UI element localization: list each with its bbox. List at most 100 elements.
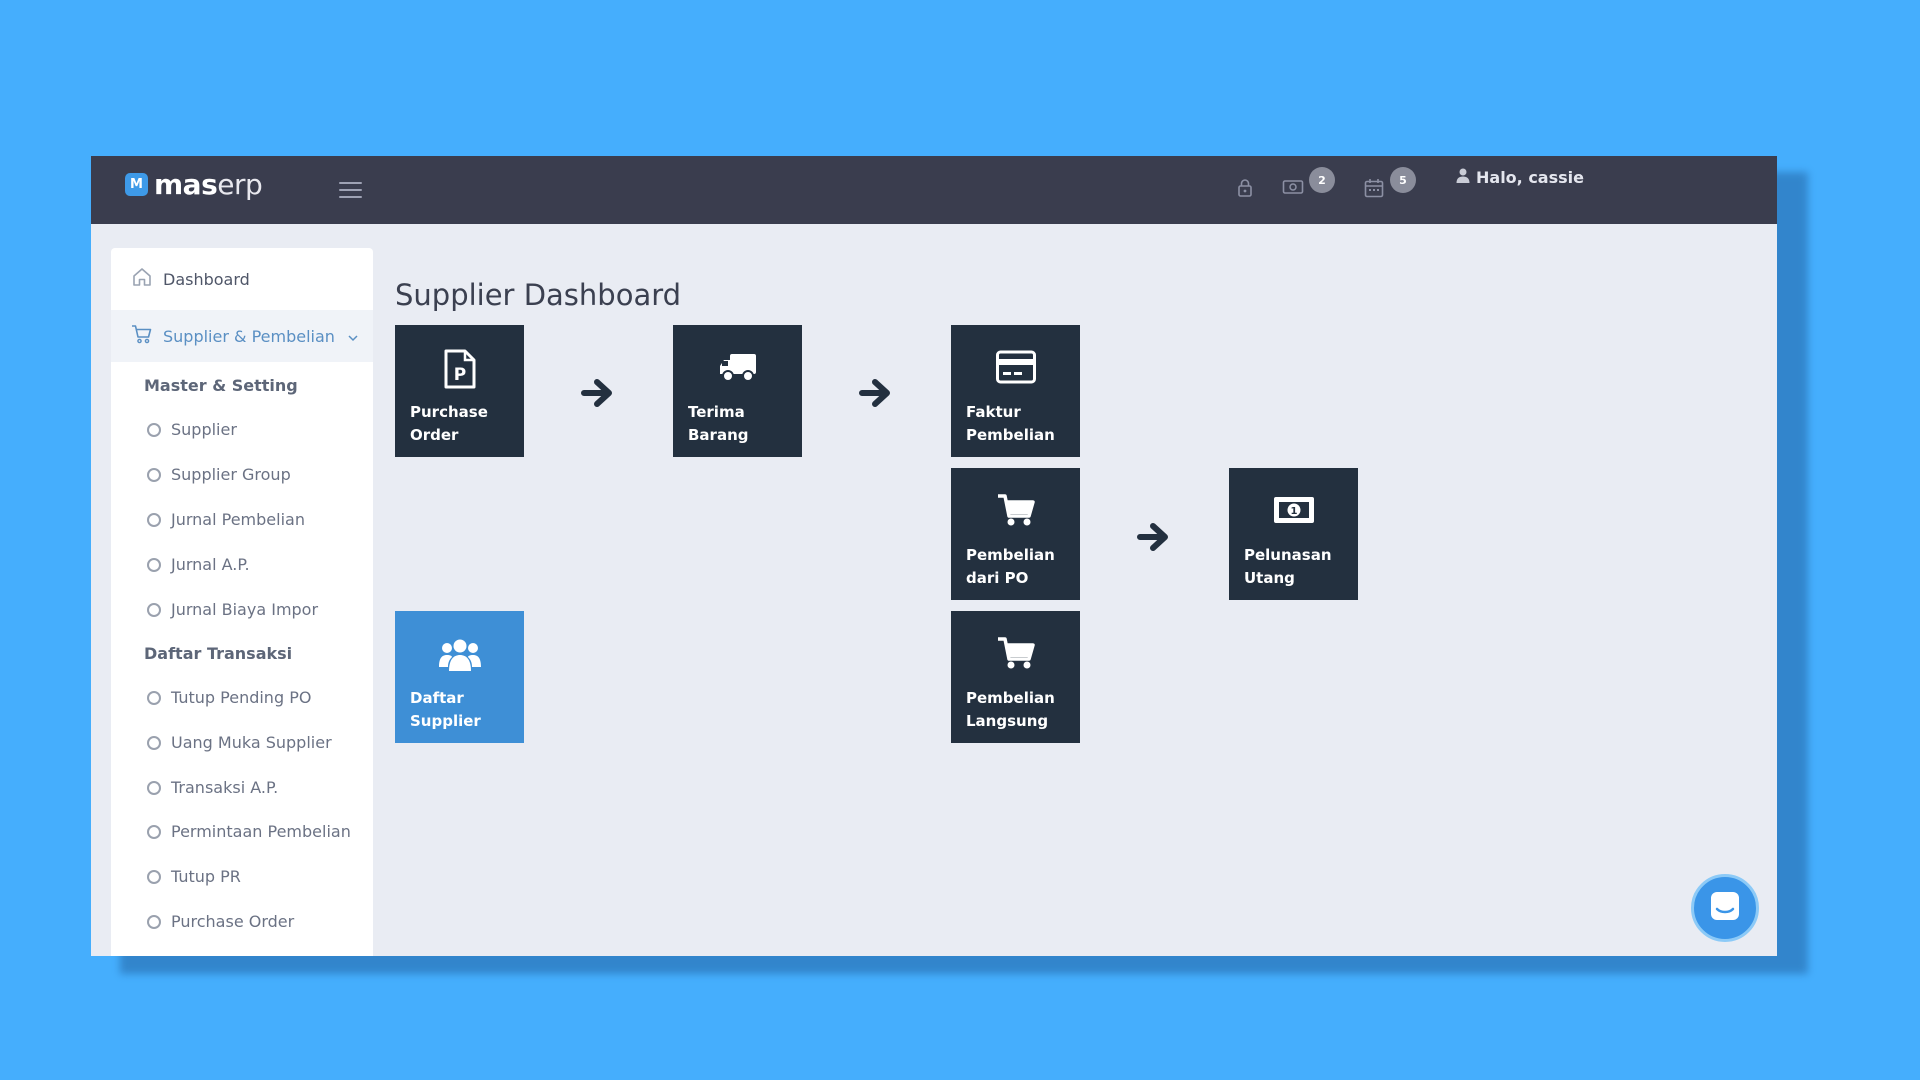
tile-label-line: Daftar (410, 689, 464, 707)
logo-text-light: erp (217, 168, 263, 201)
circle-icon (147, 824, 161, 839)
sidebar-item-label: Jurnal A.P. (171, 555, 250, 574)
sidebar-item-label: Dashboard (163, 269, 250, 289)
circle-icon (147, 422, 161, 437)
money-icon[interactable] (1282, 178, 1304, 200)
chevron-down-icon (347, 327, 359, 346)
user-icon (1456, 168, 1470, 187)
circle-icon (147, 467, 161, 482)
sidebar-item-label: Supplier (171, 420, 237, 439)
circle-icon (147, 512, 161, 527)
sidebar-item-label: Jurnal Biaya Impor (171, 600, 319, 619)
sidebar-item-jurnal-ap[interactable]: Jurnal A.P. (147, 555, 250, 574)
tile-pembelian-langsung[interactable]: Pembelian Langsung (951, 611, 1080, 743)
calendar-icon[interactable] (1364, 178, 1384, 202)
tile-label-line: Pembelian (966, 689, 1055, 707)
chat-button[interactable] (1691, 874, 1759, 942)
sidebar-item-transaksi-ap[interactable]: Transaksi A.P. (147, 778, 278, 797)
app-window: M maserp 2 5 Halo, cassie Dashboard Supp… (91, 156, 1777, 956)
tile-label-line: Pembelian (966, 426, 1055, 444)
arrow-right-icon (581, 376, 615, 414)
page-title: Supplier Dashboard (395, 278, 682, 312)
circle-icon (147, 602, 161, 617)
tile-label-line: Langsung (966, 712, 1049, 730)
sidebar-item-purchase-order[interactable]: Purchase Order (147, 912, 294, 931)
logo[interactable]: M maserp (125, 168, 263, 201)
tile-pelunasan-utang[interactable]: 1 Pelunasan Utang (1229, 468, 1358, 600)
user-greeting: Halo, cassie (1476, 168, 1584, 187)
chat-icon (1708, 889, 1742, 927)
arrow-right-icon (859, 376, 893, 414)
tile-daftar-supplier[interactable]: Daftar Supplier (395, 611, 524, 743)
users-icon (395, 635, 524, 675)
logo-text-bold: mas (154, 168, 218, 201)
sidebar-item-supplier-pembelian[interactable]: Supplier & Pembelian (111, 310, 373, 362)
tile-label: Daftar Supplier (410, 687, 516, 733)
calendar-badge[interactable]: 5 (1390, 167, 1416, 193)
tile-label-line: Barang (688, 426, 749, 444)
tile-label-line: Utang (1244, 569, 1295, 587)
tile-label: Pembelian dari PO (966, 544, 1072, 590)
sidebar-item-label: Tutup PR (171, 867, 241, 886)
sidebar-item-uang-muka-supplier[interactable]: Uang Muka Supplier (147, 733, 332, 752)
logo-text: maserp (154, 168, 263, 201)
sidebar-item-label: Permintaan Pembelian (171, 822, 351, 841)
tile-label-line: Supplier (410, 712, 481, 730)
section-title: Daftar Transaksi (144, 644, 293, 663)
tile-label-line: Pelunasan (1244, 546, 1332, 564)
tile-label: Faktur Pembelian (966, 401, 1072, 447)
sidebar: Dashboard Supplier & Pembelian Master & … (111, 248, 373, 956)
home-icon (131, 266, 153, 292)
cart-icon (951, 492, 1080, 528)
sidebar-item-tutup-pr[interactable]: Tutup PR (147, 867, 241, 886)
tile-label-line: dari PO (966, 569, 1029, 587)
truck-icon (673, 349, 802, 385)
sidebar-item-supplier[interactable]: Supplier (147, 420, 237, 439)
money-bill-icon: 1 (1229, 492, 1358, 528)
sidebar-item-label: Supplier & Pembelian (163, 326, 335, 346)
section-title: Master & Setting (144, 376, 298, 395)
sidebar-item-label: Tutup Pending PO (171, 688, 312, 707)
sidebar-item-label: Jurnal Pembelian (171, 510, 305, 529)
menu-toggle-icon[interactable] (339, 182, 362, 198)
circle-icon (147, 690, 161, 705)
money-badge[interactable]: 2 (1309, 167, 1335, 193)
circle-icon (147, 780, 161, 795)
sidebar-item-permintaan-pembelian[interactable]: Permintaan Pembelian (147, 822, 351, 841)
cart-icon (131, 324, 153, 348)
sidebar-item-jurnal-pembelian[interactable]: Jurnal Pembelian (147, 510, 305, 529)
sidebar-item-label: Transaksi A.P. (171, 778, 279, 797)
top-bar: M maserp 2 5 Halo, cassie (91, 156, 1777, 224)
sidebar-item-label: Supplier Group (171, 465, 291, 484)
tile-faktur-pembelian[interactable]: Faktur Pembelian (951, 325, 1080, 457)
tile-label-line: Faktur (966, 403, 1021, 421)
circle-icon (147, 557, 161, 572)
user-menu[interactable]: Halo, cassie (1456, 168, 1584, 187)
tile-label: Purchase Order (410, 401, 516, 447)
document-p-icon: P (395, 349, 524, 389)
sidebar-item-tutup-pending-po[interactable]: Tutup Pending PO (147, 688, 311, 707)
svg-text:1: 1 (1290, 506, 1297, 517)
tile-label-line: Order (410, 426, 459, 444)
tile-label-line: Terima (688, 403, 745, 421)
sidebar-item-label: Uang Muka Supplier (171, 733, 332, 752)
sidebar-item-dashboard[interactable]: Dashboard (111, 248, 373, 310)
logo-mark: M (125, 173, 148, 196)
tile-label-line: Pembelian (966, 546, 1055, 564)
tile-pembelian-dari-po[interactable]: Pembelian dari PO (951, 468, 1080, 600)
tile-terima-barang[interactable]: Terima Barang (673, 325, 802, 457)
credit-card-icon (951, 349, 1080, 385)
circle-icon (147, 735, 161, 750)
sidebar-item-label: Purchase Order (171, 912, 295, 931)
tile-label: Pembelian Langsung (966, 687, 1072, 733)
lock-icon[interactable] (1237, 178, 1253, 202)
svg-text:P: P (453, 365, 465, 385)
cart-icon (951, 635, 1080, 671)
tile-label: Pelunasan Utang (1244, 544, 1350, 590)
sidebar-item-supplier-group[interactable]: Supplier Group (147, 465, 291, 484)
tile-purchase-order[interactable]: P Purchase Order (395, 325, 524, 457)
circle-icon (147, 914, 161, 929)
circle-icon (147, 869, 161, 884)
sidebar-item-jurnal-biaya-impor[interactable]: Jurnal Biaya Impor (147, 600, 318, 619)
tile-label: Terima Barang (688, 401, 794, 447)
